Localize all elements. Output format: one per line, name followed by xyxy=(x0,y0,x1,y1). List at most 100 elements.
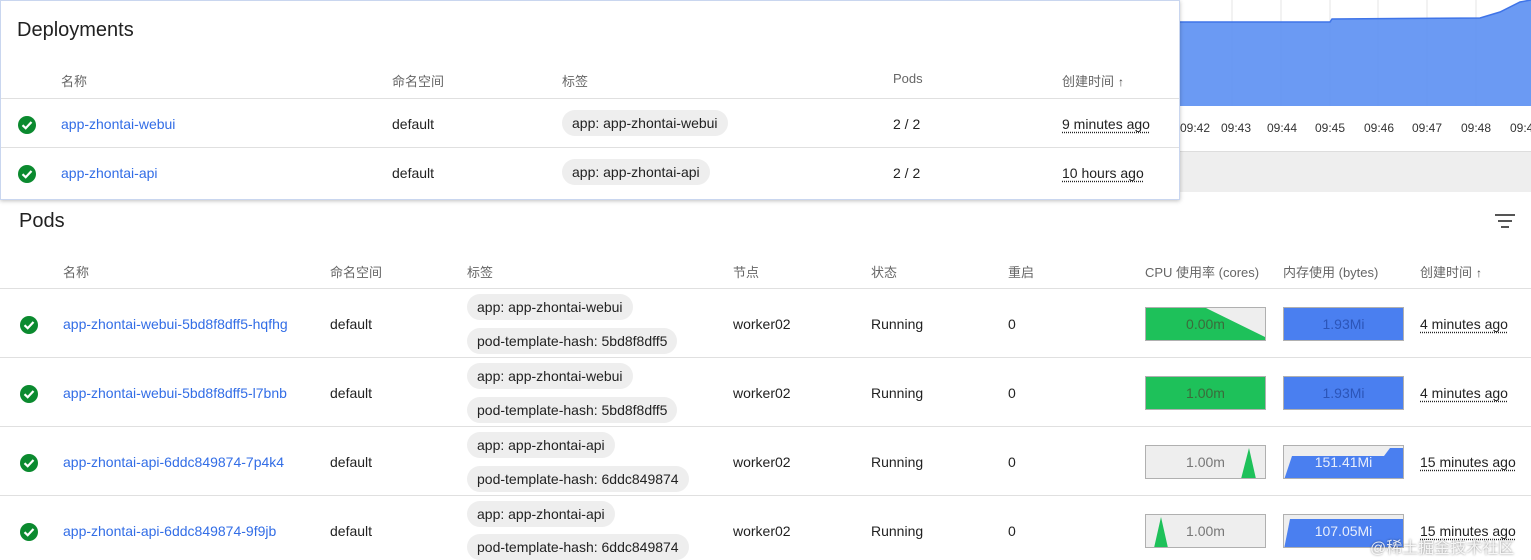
deployment-name-link[interactable]: app-zhontai-webui xyxy=(61,116,175,132)
column-header-namespace[interactable]: 命名空间 xyxy=(330,262,382,281)
deployment-pods: 2 / 2 xyxy=(893,165,920,181)
label-chip[interactable]: app: app-zhontai-webui xyxy=(562,110,728,136)
filter-icon[interactable] xyxy=(1494,212,1516,230)
deployment-row: app-zhontai-webui default app: app-zhont… xyxy=(1,98,1179,147)
background-usage-chart: 09:42 09:43 09:44 09:45 09:46 09:47 09:4… xyxy=(1180,0,1531,192)
cpu-sparkline: 0.00m xyxy=(1145,307,1266,341)
watermark: @稀土掘金技术社区 xyxy=(1370,534,1514,558)
pod-name-link[interactable]: app-zhontai-api-6ddc849874-7p4k4 xyxy=(63,454,284,470)
cpu-value: 1.00m xyxy=(1146,446,1265,478)
x-tick: 09:44 xyxy=(1267,121,1297,135)
memory-value: 1.93Mi xyxy=(1284,308,1403,340)
pods-card: Pods 名称 命名空间 标签 节点 状态 重启 CPU 使用率 (cores)… xyxy=(0,200,1531,560)
check-circle-icon xyxy=(20,454,38,472)
column-header-name[interactable]: 名称 xyxy=(61,71,87,90)
column-header-name[interactable]: 名称 xyxy=(63,262,89,281)
sort-ascending-icon[interactable]: ↑ xyxy=(1476,266,1482,280)
pod-name-link[interactable]: app-zhontai-webui-5bd8f8dff5-l7bnb xyxy=(63,385,287,401)
deployment-pods: 2 / 2 xyxy=(893,116,920,132)
memory-sparkline: 1.93Mi xyxy=(1283,307,1404,341)
pod-restarts: 0 xyxy=(1008,316,1016,332)
column-header-created-label: 创建时间 xyxy=(1062,74,1114,89)
pod-created: 15 minutes ago xyxy=(1420,454,1516,470)
pod-status: Running xyxy=(871,523,923,539)
deployment-created: 9 minutes ago xyxy=(1062,116,1150,132)
sort-ascending-icon[interactable]: ↑ xyxy=(1118,75,1124,89)
x-tick: 09:48 xyxy=(1461,121,1491,135)
label-chip[interactable]: app: app-zhontai-api xyxy=(467,432,615,458)
pod-node: worker02 xyxy=(733,454,791,470)
column-header-pods[interactable]: Pods xyxy=(893,71,923,86)
column-header-restarts[interactable]: 重启 xyxy=(1008,262,1034,281)
pod-node: worker02 xyxy=(733,523,791,539)
x-tick: 09:43 xyxy=(1221,121,1251,135)
label-chip[interactable]: app: app-zhontai-api xyxy=(467,501,615,527)
pod-node: worker02 xyxy=(733,316,791,332)
x-tick: 09:42 xyxy=(1180,121,1210,135)
check-circle-icon xyxy=(20,316,38,334)
cpu-sparkline: 1.00m xyxy=(1145,376,1266,410)
memory-sparkline: 151.41Mi xyxy=(1283,445,1404,479)
chart-plot-area xyxy=(1180,0,1531,106)
pod-row: app-zhontai-api-6ddc849874-7p4k4 default… xyxy=(0,426,1531,495)
pod-created: 4 minutes ago xyxy=(1420,316,1508,332)
label-chip[interactable]: pod-template-hash: 5bd8f8dff5 xyxy=(467,397,677,423)
label-chip[interactable]: app: app-zhontai-webui xyxy=(467,363,633,389)
deployment-created: 10 hours ago xyxy=(1062,165,1144,181)
cpu-sparkline: 1.00m xyxy=(1145,514,1266,548)
pod-restarts: 0 xyxy=(1008,454,1016,470)
memory-sparkline: 1.93Mi xyxy=(1283,376,1404,410)
deployment-row: app-zhontai-api default app: app-zhontai… xyxy=(1,147,1179,196)
pod-row: app-zhontai-api-6ddc849874-9f9jb default… xyxy=(0,495,1531,560)
memory-value: 151.41Mi xyxy=(1284,446,1403,478)
check-circle-icon xyxy=(20,523,38,541)
pod-status: Running xyxy=(871,316,923,332)
pod-restarts: 0 xyxy=(1008,523,1016,539)
memory-value: 1.93Mi xyxy=(1284,377,1403,409)
deployment-namespace: default xyxy=(392,116,434,132)
deployments-card: Deployments 名称 命名空间 标签 Pods 创建时间 ↑ app-zh… xyxy=(0,0,1180,200)
deployments-title: Deployments xyxy=(17,19,134,42)
label-chip[interactable]: app: app-zhontai-webui xyxy=(467,294,633,320)
pods-title: Pods xyxy=(19,210,65,233)
cpu-value: 1.00m xyxy=(1146,377,1265,409)
column-header-cpu[interactable]: CPU 使用率 (cores) xyxy=(1145,262,1259,281)
pod-namespace: default xyxy=(330,316,372,332)
check-circle-icon xyxy=(18,165,36,183)
label-chip[interactable]: pod-template-hash: 5bd8f8dff5 xyxy=(467,328,677,354)
pod-row: app-zhontai-webui-5bd8f8dff5-hqfhg defau… xyxy=(0,288,1531,357)
label-chip[interactable]: app: app-zhontai-api xyxy=(562,159,710,185)
label-chip[interactable]: pod-template-hash: 6ddc849874 xyxy=(467,534,689,560)
column-header-created[interactable]: 创建时间 ↑ xyxy=(1420,262,1482,281)
x-tick: 09:4 xyxy=(1510,121,1531,135)
chart-x-axis: 09:42 09:43 09:44 09:45 09:46 09:47 09:4… xyxy=(1180,106,1531,152)
pod-created: 4 minutes ago xyxy=(1420,385,1508,401)
column-header-labels[interactable]: 标签 xyxy=(467,262,493,281)
column-header-namespace[interactable]: 命名空间 xyxy=(392,71,444,90)
pod-node: worker02 xyxy=(733,385,791,401)
pod-name-link[interactable]: app-zhontai-api-6ddc849874-9f9jb xyxy=(63,523,276,539)
cpu-sparkline: 1.00m xyxy=(1145,445,1266,479)
column-header-memory[interactable]: 内存使用 (bytes) xyxy=(1283,262,1378,281)
cpu-value: 1.00m xyxy=(1146,515,1265,547)
label-chip[interactable]: pod-template-hash: 6ddc849874 xyxy=(467,466,689,492)
check-circle-icon xyxy=(18,116,36,134)
deployment-namespace: default xyxy=(392,165,434,181)
chart-area-svg xyxy=(1180,0,1531,106)
deployment-name-link[interactable]: app-zhontai-api xyxy=(61,165,158,181)
pod-namespace: default xyxy=(330,454,372,470)
pod-namespace: default xyxy=(330,523,372,539)
pod-name-link[interactable]: app-zhontai-webui-5bd8f8dff5-hqfhg xyxy=(63,316,288,332)
column-header-node[interactable]: 节点 xyxy=(733,262,759,281)
pod-status: Running xyxy=(871,385,923,401)
pod-namespace: default xyxy=(330,385,372,401)
column-header-labels[interactable]: 标签 xyxy=(562,71,588,90)
x-tick: 09:46 xyxy=(1364,121,1394,135)
column-header-created[interactable]: 创建时间 ↑ xyxy=(1062,71,1124,90)
x-tick: 09:45 xyxy=(1315,121,1345,135)
column-header-status[interactable]: 状态 xyxy=(871,262,897,281)
x-tick: 09:47 xyxy=(1412,121,1442,135)
cpu-value: 0.00m xyxy=(1146,308,1265,340)
pod-restarts: 0 xyxy=(1008,385,1016,401)
pod-row: app-zhontai-webui-5bd8f8dff5-l7bnb defau… xyxy=(0,357,1531,426)
